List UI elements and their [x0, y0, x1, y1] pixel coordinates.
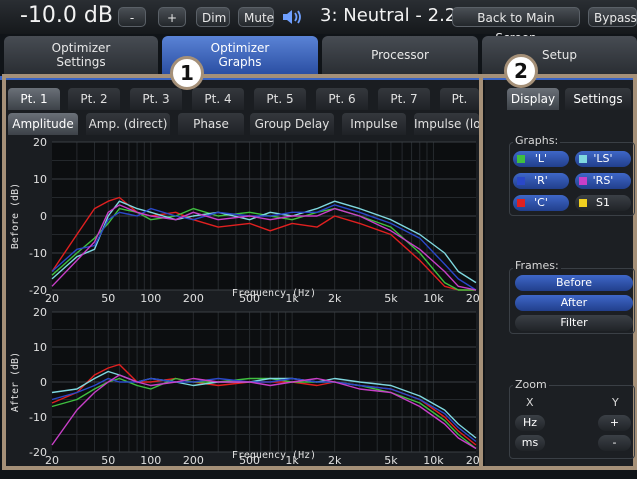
tab-optimizer-settings[interactable]: Optimizer Settings [4, 36, 158, 74]
channel-swatch [579, 155, 587, 163]
dim-button[interactable]: Dim [196, 7, 230, 27]
channel-swatch [579, 177, 587, 185]
channel-rs-button[interactable]: 'RS' [575, 173, 631, 189]
zoom-label: Zoom [513, 378, 549, 391]
frame-before-button[interactable]: Before [515, 275, 633, 291]
mute-button[interactable]: Mute [238, 7, 274, 27]
channel-swatch [579, 199, 587, 207]
volume-readout: -10.0 dB [20, 3, 113, 28]
frames-label: Frames: [513, 259, 561, 272]
channel-label: 'RS' [592, 174, 614, 187]
channel-l-button[interactable]: 'L' [513, 151, 569, 167]
callout-badge-1: 1 [170, 56, 204, 90]
channel-c-button[interactable]: 'C' [513, 195, 569, 211]
graphs-label: Graphs: [513, 134, 561, 147]
channel-swatch [517, 155, 525, 163]
tab-label: Graphs [218, 55, 262, 69]
tab-processor[interactable]: Processor [322, 36, 478, 74]
callout-badge-2: 2 [504, 54, 538, 88]
channel-s1-button[interactable]: S1 [575, 195, 631, 211]
volume-up-button[interactable]: + [158, 7, 186, 27]
channel-label: 'LS' [593, 152, 613, 165]
channel-label: S1 [596, 196, 610, 209]
preset-name: 3: Neutral - 2.2 [320, 5, 457, 26]
back-to-main-button[interactable]: Back to Main Screen [452, 7, 580, 45]
top-bar: -10.0 dB - + Dim Mute 3: Neutral - 2.2 B… [0, 0, 637, 45]
channel-label: 'L' [534, 152, 548, 165]
tab-settings[interactable]: Settings [565, 88, 631, 110]
channel-r-button[interactable]: 'R' [513, 173, 569, 189]
volume-down-button[interactable]: - [118, 7, 146, 27]
channel-label: 'R' [534, 174, 548, 187]
zoom-y-in-button[interactable]: + [598, 415, 631, 431]
tab-display[interactable]: Display [507, 88, 559, 110]
zoom-y-label: Y [612, 396, 619, 409]
zoom-hz-button[interactable]: Hz [515, 415, 545, 431]
channel-label: 'C' [534, 196, 548, 209]
tab-label: Settings [56, 55, 106, 69]
zoom-y-out-button[interactable]: - [598, 435, 631, 451]
channel-ls-button[interactable]: 'LS' [575, 151, 631, 167]
zoom-ms-button[interactable]: ms [515, 435, 545, 451]
zoom-x-label: X [526, 396, 534, 409]
channel-swatch [517, 199, 525, 207]
main-tabs: Optimizer Settings Optimizer Graphs Proces… [0, 34, 637, 76]
channel-swatch [517, 177, 525, 185]
callout-frame-1 [2, 74, 483, 470]
tab-label: Optimizer [210, 41, 270, 55]
frame-after-button[interactable]: After [515, 295, 633, 311]
frame-filter-button[interactable]: Filter [515, 315, 633, 331]
speaker-icon[interactable] [281, 7, 305, 27]
bypass-button[interactable]: Bypass [588, 7, 637, 27]
tab-label: Optimizer [51, 41, 111, 55]
